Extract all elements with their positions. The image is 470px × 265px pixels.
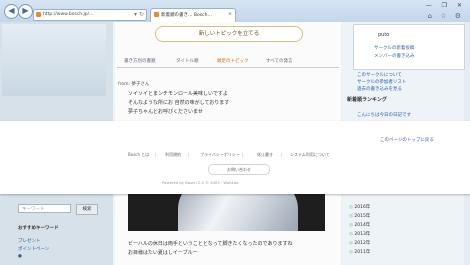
- photo-caption: ビーハルの休日は両手ということとなって脚きたくなったのでありますね: [128, 241, 293, 247]
- footer-link-about[interactable]: Bosch とは: [128, 152, 149, 158]
- forward-button[interactable]: ▶: [18, 4, 33, 19]
- archive-item[interactable]: 2014年: [349, 222, 370, 228]
- close-tab-icon[interactable]: ×: [228, 12, 232, 17]
- site-favicon-icon: [36, 12, 41, 17]
- window-controls[interactable]: — ❐ ✕: [426, 2, 466, 9]
- tab-by-author[interactable]: 書き方別の書順: [124, 58, 156, 64]
- footer-link-system[interactable]: システム利用について: [290, 152, 330, 158]
- about-circle-link[interactable]: このサークルについて: [357, 72, 402, 78]
- footer-separator: |: [242, 152, 244, 157]
- back-to-top-link[interactable]: このページのトップに戻る: [380, 137, 434, 143]
- participants-link[interactable]: サークルの参加者リスト: [357, 79, 406, 85]
- footer-separator: |: [155, 152, 157, 157]
- archive-item[interactable]: 2016年: [349, 204, 370, 210]
- past-posts-link[interactable]: 過去の書き込みを見る: [357, 86, 402, 92]
- powered-by-text: Powered by Bosch 2.0 © 2005 · WebLab: [162, 180, 239, 185]
- inquiry-button[interactable]: お問い合わせ: [208, 164, 270, 175]
- tab-title: 新着順の書き… Bosch…: [161, 13, 212, 18]
- ranking-title: 新着順ランキング: [347, 97, 387, 103]
- member-posts-link[interactable]: メンバーの書き込み: [374, 53, 415, 59]
- username: puto: [378, 32, 390, 38]
- tab-top-topics[interactable]: 頭足のトピック: [217, 58, 249, 64]
- ranking-item-link[interactable]: こんにちは今日の日記です: [357, 112, 411, 118]
- archive-item[interactable]: 2015年: [349, 213, 370, 219]
- back-arrow-icon: ◀: [8, 6, 15, 15]
- forward-arrow-icon: ▶: [22, 6, 29, 15]
- url-text: http://www.bosch.jp/...: [43, 12, 94, 17]
- post-text: 夢子ちゃんとお呼びくださいませ: [128, 109, 203, 115]
- circle-new-posts-link[interactable]: サークルの新着投稿: [374, 45, 414, 51]
- archive-item[interactable]: 2012年: [349, 240, 370, 246]
- keyword-link[interactable]: プレゼント: [18, 238, 41, 244]
- address-bar[interactable]: http://www.bosch.jp/... ▾ ↻: [33, 9, 147, 21]
- post-text: そんなような所にお 自然の味がしております: [128, 100, 230, 106]
- photo-caption: お目様はたい夏はしイーブルー: [128, 250, 198, 256]
- post-text: ソイソイとまンチモンロール美味しいですよ: [128, 91, 228, 97]
- tab-by-title[interactable]: タイトル順: [176, 58, 199, 64]
- keyword-link[interactable]: ポイントペーン: [18, 246, 49, 252]
- community-banner-image: [2, 24, 106, 96]
- footer-separator: |: [188, 152, 190, 157]
- back-button[interactable]: ◀: [4, 4, 19, 19]
- footer-separator: |: [281, 152, 283, 157]
- tab-favicon-icon: [154, 12, 159, 17]
- address-tools-icon[interactable]: ▾ ↻: [134, 11, 144, 18]
- archive-item[interactable]: 2011年: [349, 249, 370, 255]
- user-box: puto サークルの新着投稿 メンバーの書き込み: [353, 24, 465, 70]
- new-topic-button[interactable]: 新しいトピックを立てる: [155, 26, 303, 42]
- footer-link-privacy[interactable]: プライバシーポリシー: [200, 152, 240, 158]
- browser-tab[interactable]: 新着順の書き… Bosch… ×: [150, 8, 236, 22]
- toolbar-icons[interactable]: ⌂ ☆ ⚙: [428, 12, 464, 20]
- search-input[interactable]: キーワード: [18, 204, 71, 213]
- footer-link-terms[interactable]: 利用規約: [165, 152, 181, 158]
- archive-item[interactable]: 2013年: [349, 231, 370, 237]
- keywords-title: おすすめキーワード: [18, 226, 59, 231]
- post-author[interactable]: from: 夢子さん: [118, 81, 149, 87]
- tab-all-posts[interactable]: すべての発言: [266, 58, 293, 64]
- footer-link-pause[interactable]: 休止書き: [257, 152, 273, 158]
- keyword-link[interactable]: ●: [18, 254, 22, 259]
- search-button[interactable]: 検索: [76, 204, 98, 215]
